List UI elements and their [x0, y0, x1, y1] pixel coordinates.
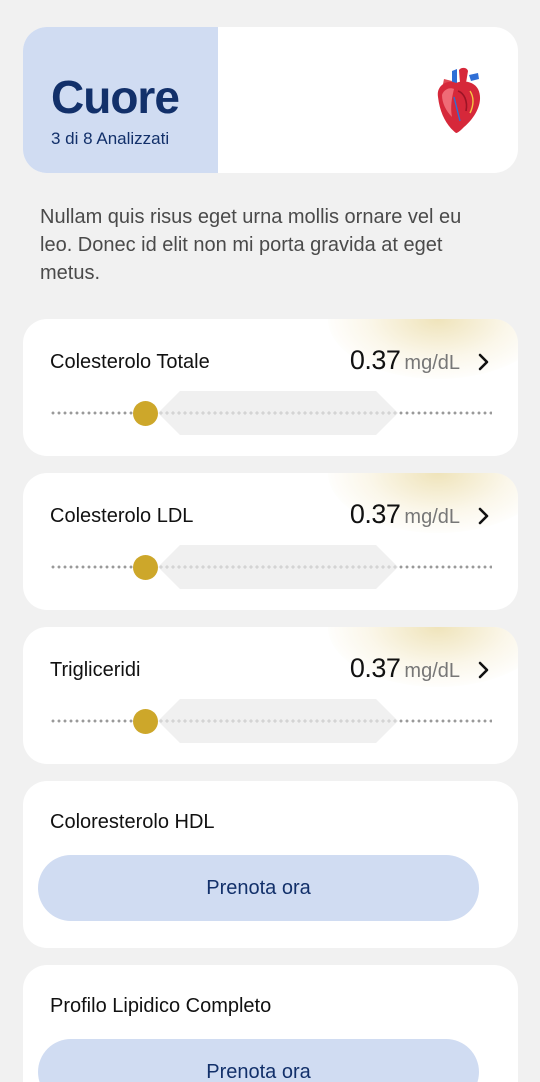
metric-number: 0.37: [349, 345, 401, 375]
analyzed-count: 3 di 8 Analizzati: [51, 129, 170, 148]
metric-card-colesterolo-totale[interactable]: Colesterolo Totale 0.37 mg/dL: [23, 319, 518, 456]
value-marker: [133, 709, 158, 734]
metric-unit: mg/dL: [404, 506, 460, 528]
metric-value: 0.37 mg/dL: [350, 653, 460, 684]
booking-test-name: Profilo Lipidico Completo: [50, 995, 272, 1017]
chevron-right-icon[interactable]: [476, 507, 490, 525]
booking-card-lipid-profile: Profilo Lipidico Completo Prenota ora: [23, 965, 518, 1082]
page-title: Cuore: [51, 71, 180, 123]
range-indicator: [50, 391, 492, 435]
range-indicator: [50, 699, 492, 743]
metric-card-colesterolo-ldl[interactable]: Colesterolo LDL 0.37 mg/dL: [23, 473, 518, 610]
metric-unit: mg/dL: [404, 352, 460, 374]
chevron-right-icon[interactable]: [476, 353, 490, 371]
metric-value: 0.37 mg/dL: [350, 499, 460, 530]
metric-unit: mg/dL: [404, 660, 460, 682]
metric-name: Trigliceridi: [50, 659, 141, 681]
heart-icon: [437, 67, 481, 133]
book-now-button[interactable]: Prenota ora: [38, 855, 479, 921]
booking-card-hdl: Coloresterolo HDL Prenota ora: [23, 781, 518, 948]
metric-number: 0.37: [349, 499, 401, 529]
value-marker: [133, 555, 158, 580]
category-description: Nullam quis risus eget urna mollis ornar…: [40, 206, 462, 284]
chevron-right-icon[interactable]: [476, 661, 490, 679]
range-track-normal: [158, 719, 398, 723]
range-track-normal: [158, 565, 398, 569]
metric-value: 0.37 mg/dL: [350, 345, 460, 376]
range-indicator: [50, 545, 492, 589]
metric-number: 0.37: [349, 653, 401, 683]
book-now-button[interactable]: Prenota ora: [38, 1039, 479, 1082]
metric-card-trigliceridi[interactable]: Trigliceridi 0.37 mg/dL: [23, 627, 518, 764]
category-header-panel: Cuore 3 di 8 Analizzati: [23, 27, 218, 173]
metric-name: Colesterolo LDL: [50, 505, 194, 527]
category-header-card: Cuore 3 di 8 Analizzati: [23, 27, 518, 173]
booking-test-name: Coloresterolo HDL: [50, 811, 215, 833]
range-track-normal: [158, 411, 398, 415]
metric-name: Colesterolo Totale: [50, 351, 210, 373]
value-marker: [133, 401, 158, 426]
